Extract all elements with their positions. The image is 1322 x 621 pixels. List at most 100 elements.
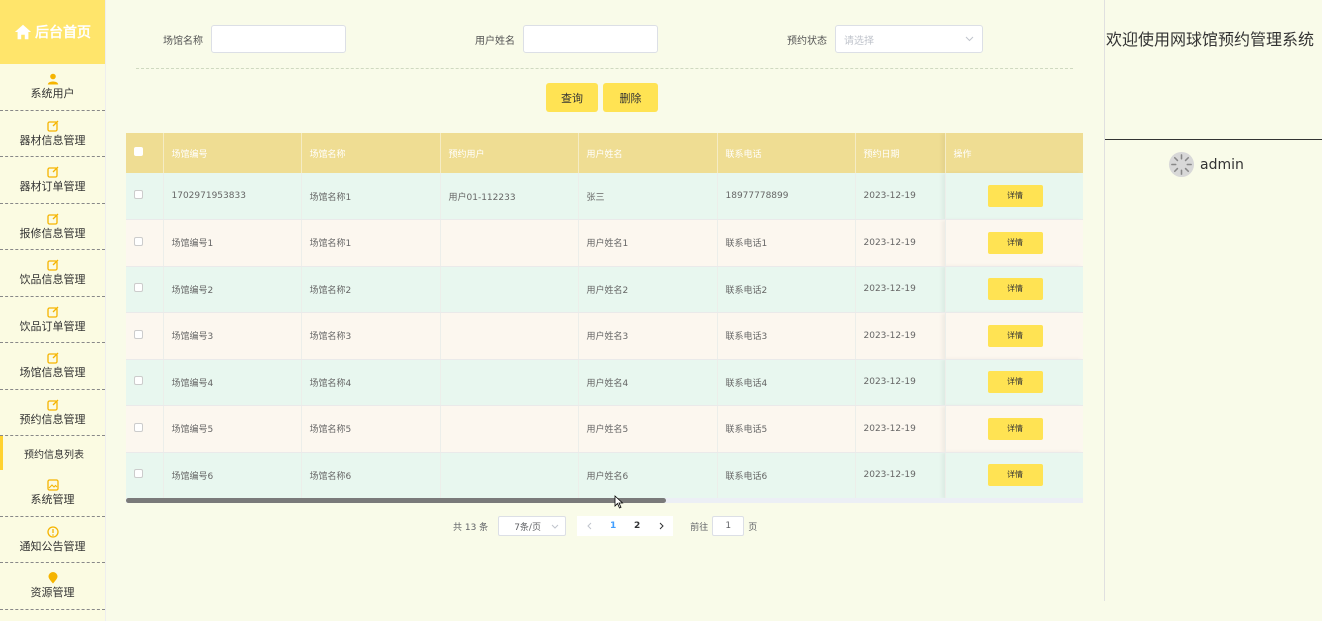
edit-icon — [46, 213, 59, 225]
cell-reserve-user — [440, 452, 579, 499]
sidebar-item-0[interactable]: 系统用户 — [0, 64, 105, 111]
sidebar-item-4[interactable]: 饮品信息管理 — [0, 250, 105, 297]
page-2-button[interactable]: 2 — [625, 516, 650, 536]
row-checkbox[interactable] — [134, 329, 143, 339]
sidebar-item-1[interactable]: 器材信息管理 — [0, 111, 105, 157]
sidebar-item-label: 资源管理 — [30, 586, 75, 600]
delete-button[interactable]: 删除 — [603, 83, 658, 112]
sidebar-item-5[interactable]: 饮品订单管理 — [0, 297, 105, 343]
cell-date: 2023-12-19 — [855, 359, 946, 406]
image-icon — [46, 479, 59, 491]
cell-venue-name: 场馆名称3 — [301, 312, 441, 360]
goto-page-input[interactable]: 1 — [712, 516, 745, 536]
table-row: 场馆编号5 场馆名称5 用户姓名5 联系电话5 2023-12-19 详情 — [126, 405, 1083, 453]
row-select-cell — [126, 452, 164, 499]
cell-reserve-user — [440, 359, 579, 406]
status-filter: 预约状态 请选择 — [787, 25, 983, 53]
cell-action: 详情 — [944, 312, 1083, 360]
brand-home[interactable]: 后台首页 — [0, 0, 105, 64]
cell-venue-no: 场馆编号6 — [163, 452, 302, 499]
cell-action: 详情 — [944, 219, 1083, 267]
status-select[interactable]: 请选择 — [835, 25, 983, 53]
sidebar-item-3[interactable]: 报修信息管理 — [0, 204, 105, 250]
user-name-input[interactable] — [523, 25, 658, 53]
cell-venue-no: 场馆编号1 — [163, 219, 302, 267]
cell-venue-name: 场馆名称4 — [301, 359, 441, 406]
cell-user-name: 用户姓名6 — [578, 452, 718, 499]
detail-button[interactable]: 详情 — [987, 324, 1043, 347]
cell-venue-no: 场馆编号4 — [163, 359, 302, 406]
right-panel: 欢迎使用网球馆预约管理系统 admin — [1104, 0, 1322, 601]
detail-button[interactable]: 详情 — [987, 464, 1043, 487]
cell-reserve-user — [440, 312, 579, 360]
row-select-cell — [126, 405, 164, 453]
detail-button[interactable]: 详情 — [987, 278, 1043, 301]
sidebar-item-6[interactable]: 场馆信息管理 — [0, 343, 105, 390]
status-label: 预约状态 — [787, 35, 827, 47]
sidebar-item-label: 系统用户 — [30, 87, 75, 101]
table-header-row: 场馆编号 场馆名称 预约用户 用户姓名 联系电话 预约日期 操作 — [126, 133, 1083, 173]
cell-venue-no: 场馆编号5 — [163, 405, 302, 453]
main-content: 场馆名称 用户姓名 预约状态 请选择 查询 删除 场馆编号 场馆名称 预约用户 — [106, 0, 1104, 621]
sidebar-item-a1[interactable]: 通知公告管理 — [0, 517, 105, 563]
venue-name-input[interactable] — [211, 25, 346, 53]
cell-phone: 联系电话2 — [717, 266, 856, 313]
cell-user-name: 用户姓名4 — [578, 359, 718, 406]
cell-user-name: 用户姓名3 — [578, 312, 718, 360]
query-button[interactable]: 查询 — [546, 83, 598, 112]
sidebar-item-a2[interactable]: 资源管理 — [0, 563, 105, 610]
cell-venue-name: 场馆名称1 — [301, 173, 441, 220]
page-size-value: 7条/页 — [514, 522, 541, 533]
cell-date: 2023-12-19 — [855, 219, 946, 267]
info-icon — [46, 526, 59, 538]
goto-page: 前往 1 页 — [690, 516, 757, 536]
reservation-table: 场馆编号 场馆名称 预约用户 用户姓名 联系电话 预约日期 操作 1702971… — [126, 133, 1083, 499]
page-size-select[interactable]: 7条/页 — [498, 516, 567, 536]
detail-button[interactable]: 详情 — [987, 185, 1043, 207]
col-date: 预约日期 — [855, 133, 946, 173]
detail-button[interactable]: 详情 — [987, 371, 1043, 394]
right-divider — [1105, 139, 1322, 140]
row-checkbox[interactable] — [134, 190, 143, 199]
sidebar: 后台首页 系统用户器材信息管理 器材订单管理 报修信息管理饮品信息管理 饮品订单管理场… — [0, 0, 106, 621]
scrollbar-thumb[interactable] — [126, 498, 666, 503]
sidebar-item-2[interactable]: 器材订单管理 — [0, 157, 105, 204]
row-checkbox[interactable] — [134, 236, 143, 246]
sidebar-item-a0[interactable]: 系统管理 — [0, 470, 105, 517]
cell-phone: 18977778899 — [717, 173, 856, 220]
sidebar-sub-reservation-list[interactable]: 预约信息列表 — [0, 436, 105, 470]
cell-action: 详情 — [944, 266, 1083, 313]
prev-page-button[interactable] — [577, 516, 602, 536]
detail-button[interactable]: 详情 — [987, 231, 1043, 254]
goto-suffix: 页 — [748, 522, 758, 533]
sidebar-item-7[interactable]: 预约信息管理 — [0, 390, 105, 436]
sidebar-item-label: 饮品订单管理 — [19, 319, 86, 333]
sidebar-item-label: 通知公告管理 — [19, 539, 86, 553]
table-row: 场馆编号3 场馆名称3 用户姓名3 联系电话3 2023-12-19 详情 — [126, 312, 1083, 360]
cell-venue-name: 场馆名称1 — [301, 219, 441, 267]
cell-action: 详情 — [944, 405, 1083, 453]
row-select-cell — [126, 173, 164, 220]
row-checkbox[interactable] — [134, 283, 143, 293]
cell-user-name: 用户姓名5 — [578, 405, 718, 453]
next-page-button[interactable] — [649, 516, 674, 536]
cell-venue-no: 1702971953833 — [163, 173, 302, 220]
detail-button[interactable]: 详情 — [987, 417, 1043, 440]
venue-name-filter: 场馆名称 — [163, 25, 346, 53]
row-checkbox[interactable] — [134, 469, 143, 479]
table-row: 1702971953833 场馆名称1 用户01-112233 张三 189777788… — [126, 173, 1083, 220]
row-checkbox[interactable] — [134, 422, 143, 432]
select-all-checkbox[interactable] — [134, 147, 143, 156]
user-info[interactable]: admin — [1168, 151, 1244, 178]
page-1-button[interactable]: 1 — [601, 516, 626, 536]
cell-reserve-user — [440, 405, 579, 453]
cell-phone: 联系电话5 — [717, 405, 856, 453]
row-checkbox[interactable] — [134, 376, 143, 386]
table-row: 场馆编号4 场馆名称4 用户姓名4 联系电话4 2023-12-19 详情 — [126, 359, 1083, 406]
edit-icon — [46, 120, 59, 132]
horizontal-scrollbar[interactable] — [126, 498, 1083, 503]
sidebar-item-label: 饮品信息管理 — [19, 273, 86, 287]
cell-date: 2023-12-19 — [855, 405, 946, 453]
user-name-filter: 用户姓名 — [475, 25, 658, 53]
sidebar-item-label: 场馆信息管理 — [19, 366, 86, 380]
